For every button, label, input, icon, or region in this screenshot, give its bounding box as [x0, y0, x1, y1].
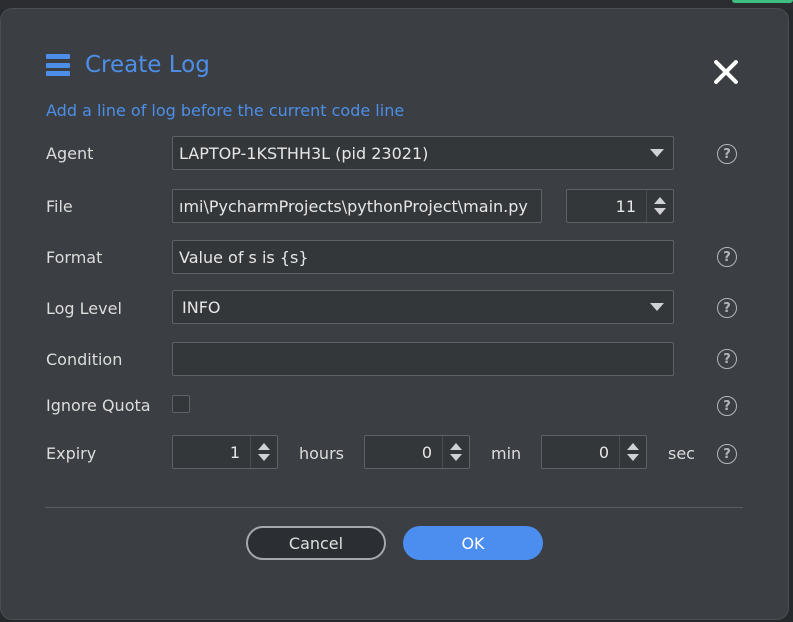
chevron-down-icon [650, 303, 664, 311]
expiry-hours-value: 1 [229, 442, 240, 462]
arrow-up-icon[interactable] [450, 443, 462, 450]
dialog-title: Create Log [85, 52, 210, 78]
log-level-select[interactable]: INFO [172, 290, 674, 324]
condition-label: Condition [46, 350, 123, 369]
condition-help-icon[interactable]: ? [717, 349, 737, 369]
file-path-value: ımi\PycharmProjects\pythonProject\main.p… [179, 196, 528, 216]
format-input[interactable]: Value of s is {s} [172, 240, 674, 274]
line-number-value: 11 [615, 196, 636, 216]
arrow-up-icon[interactable] [258, 443, 270, 450]
agent-value: LAPTOP-1KSTHH3L (pid 23021) [179, 143, 429, 163]
dialog-subtitle: Add a line of log before the current cod… [46, 101, 405, 120]
expiry-seconds-arrows[interactable] [619, 436, 646, 468]
close-icon[interactable] [712, 58, 740, 86]
arrow-up-icon[interactable] [627, 443, 639, 450]
format-value: Value of s is {s} [179, 247, 309, 267]
expiry-hours-arrows[interactable] [250, 436, 277, 468]
expiry-seconds-stepper[interactable]: 0 [541, 435, 647, 469]
expiry-minutes-stepper[interactable]: 0 [364, 435, 470, 469]
log-level-label: Log Level [46, 299, 122, 318]
hours-unit: hours [299, 444, 344, 463]
minutes-unit: min [491, 444, 522, 463]
dialog-header: Create Log [46, 52, 210, 78]
arrow-down-icon[interactable] [450, 454, 462, 461]
arrow-down-icon[interactable] [627, 454, 639, 461]
format-help-icon[interactable]: ? [717, 247, 737, 267]
expiry-help-icon[interactable]: ? [717, 444, 737, 464]
agent-help-icon[interactable]: ? [717, 144, 737, 164]
line-number-arrows[interactable] [646, 190, 673, 222]
format-label: Format [46, 248, 103, 267]
background-accent [732, 0, 793, 3]
agent-label: Agent [46, 144, 94, 163]
log-level-value: INFO [182, 297, 221, 317]
seconds-unit: sec [668, 444, 695, 463]
cancel-button[interactable]: Cancel [246, 526, 386, 560]
expiry-seconds-value: 0 [598, 442, 609, 462]
expiry-label: Expiry [46, 444, 97, 463]
arrow-up-icon[interactable] [654, 197, 666, 204]
ignore-quota-help-icon[interactable]: ? [717, 396, 737, 416]
divider [45, 507, 743, 508]
log-icon [46, 54, 70, 76]
expiry-hours-stepper[interactable]: 1 [172, 435, 278, 469]
condition-input[interactable] [172, 342, 674, 376]
log-level-help-icon[interactable]: ? [717, 298, 737, 318]
expiry-minutes-arrows[interactable] [442, 436, 469, 468]
line-number-stepper[interactable]: 11 [566, 189, 674, 223]
ignore-quota-label: Ignore Quota [46, 396, 151, 415]
expiry-minutes-value: 0 [421, 442, 432, 462]
ok-button[interactable]: OK [403, 526, 543, 560]
file-path-input[interactable]: ımi\PycharmProjects\pythonProject\main.p… [172, 189, 542, 223]
arrow-down-icon[interactable] [258, 454, 270, 461]
chevron-down-icon [650, 149, 664, 157]
agent-select[interactable]: LAPTOP-1KSTHH3L (pid 23021) [172, 136, 674, 170]
arrow-down-icon[interactable] [654, 208, 666, 215]
file-label: File [46, 197, 73, 216]
ignore-quota-checkbox[interactable] [172, 395, 190, 413]
